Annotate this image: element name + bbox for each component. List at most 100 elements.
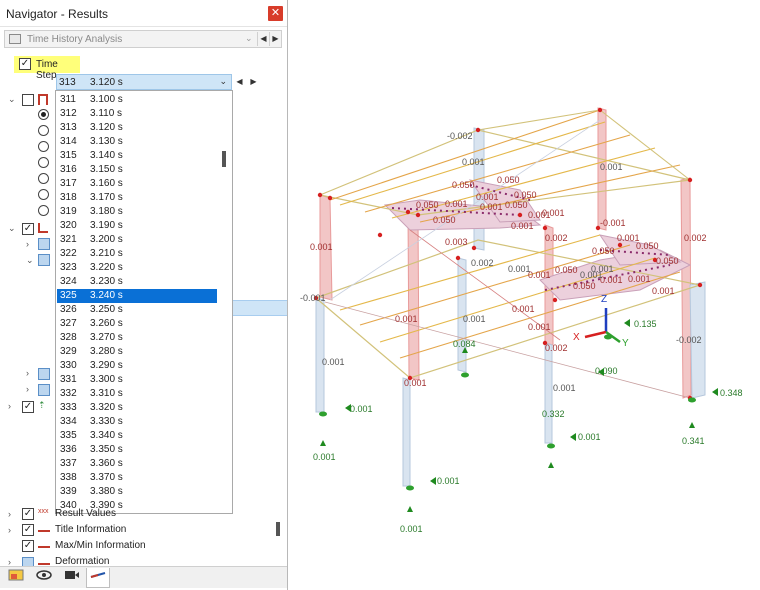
- chevron-down-icon[interactable]: ⌄: [26, 255, 34, 266]
- radio-option[interactable]: [38, 125, 49, 136]
- title-information-checkbox[interactable]: ✓: [22, 524, 34, 536]
- node-point: [377, 232, 383, 238]
- step-option-334[interactable]: 334 3.330 s: [57, 415, 217, 429]
- step-option-313[interactable]: 313 3.120 s: [57, 121, 217, 135]
- data-icon[interactable]: [4, 568, 28, 588]
- step-option-332[interactable]: 332 3.310 s: [57, 387, 217, 401]
- member-result-diagrams: [315, 107, 706, 487]
- step-option-320[interactable]: 320 3.190 s: [57, 219, 217, 233]
- camera-icon[interactable]: [60, 568, 84, 588]
- result-values-label: Result Values: [55, 508, 116, 519]
- structure-3d-view[interactable]: -0.0020.001 0.0010.0020.0010.0010.0010.05…: [290, 0, 760, 590]
- previous-mode-button[interactable]: ◀: [257, 32, 269, 46]
- result-values-checkbox[interactable]: ✓: [22, 508, 34, 520]
- next-step-button[interactable]: ▶: [247, 74, 260, 90]
- step-option-323[interactable]: 323 3.220 s: [57, 261, 217, 275]
- max-min-information-icon: [38, 542, 50, 548]
- step-option-324[interactable]: 324 3.230 s: [57, 275, 217, 289]
- step-option-315[interactable]: 315 3.140 s: [57, 149, 217, 163]
- results-icon[interactable]: [86, 568, 110, 588]
- step-option-329[interactable]: 329 3.280 s: [57, 345, 217, 359]
- time-step-option[interactable]: ✓ Time Step: [14, 56, 80, 81]
- tree-checkbox[interactable]: ✓: [22, 401, 34, 413]
- node-point: [317, 192, 323, 198]
- chevron-right-icon[interactable]: ›: [26, 368, 29, 378]
- chevron-right-icon[interactable]: ›: [8, 401, 11, 411]
- step-number: 326: [60, 304, 77, 315]
- tree-checkbox[interactable]: [22, 94, 34, 106]
- step-option-326[interactable]: 326 3.250 s: [57, 303, 217, 317]
- step-number: 319: [60, 206, 77, 217]
- chevron-right-icon[interactable]: ›: [26, 239, 29, 249]
- result-group-icon: [38, 254, 50, 266]
- step-number: 320: [60, 220, 77, 231]
- chevron-right-icon[interactable]: ›: [8, 525, 11, 535]
- step-option-318[interactable]: 318 3.170 s: [57, 191, 217, 205]
- step-option-317[interactable]: 317 3.160 s: [57, 177, 217, 191]
- roof-result-label: 0.002: [545, 233, 568, 243]
- radio-option[interactable]: [38, 109, 49, 120]
- step-option-328[interactable]: 328 3.270 s: [57, 331, 217, 345]
- mid-result-label: 0.001: [463, 314, 486, 324]
- top-result-label: 0.001: [395, 314, 418, 324]
- reaction-arrow-icon: [320, 440, 326, 446]
- step-option-311[interactable]: 311 3.100 s: [57, 93, 217, 107]
- chevron-right-icon[interactable]: ›: [8, 509, 11, 519]
- support-icon: [547, 443, 555, 449]
- step-number: 325: [60, 290, 77, 301]
- step-option-335[interactable]: 335 3.340 s: [57, 429, 217, 443]
- step-option-338[interactable]: 338 3.370 s: [57, 471, 217, 485]
- step-option-325[interactable]: 325 3.240 s: [57, 289, 217, 303]
- step-option-337[interactable]: 337 3.360 s: [57, 457, 217, 471]
- step-option-321[interactable]: 321 3.200 s: [57, 233, 217, 247]
- tree-checkbox[interactable]: ✓: [22, 223, 34, 235]
- node-point: [542, 225, 548, 231]
- step-time: 3.170 s: [90, 192, 123, 203]
- list-item[interactable]: ✓ Max/Min Information: [0, 538, 280, 554]
- eye-icon[interactable]: [32, 568, 56, 588]
- time-step-checkbox[interactable]: ✓: [19, 58, 31, 70]
- step-option-319[interactable]: 319 3.180 s: [57, 205, 217, 219]
- roof-result-label: 0.001: [600, 275, 623, 285]
- radio-option[interactable]: [38, 157, 49, 168]
- node-point: [517, 212, 523, 218]
- analysis-mode-select[interactable]: Time History Analysis ⌄ ◀ ▶: [4, 30, 282, 48]
- reaction-arrow-icon: [345, 404, 351, 412]
- chevron-down-icon[interactable]: ⌄: [8, 223, 16, 234]
- chevron-down-icon[interactable]: ⌄: [219, 76, 227, 87]
- supports-result-label: 0.090: [595, 366, 618, 376]
- step-option-327[interactable]: 327 3.260 s: [57, 317, 217, 331]
- max-min-information-checkbox[interactable]: ✓: [22, 540, 34, 552]
- scrollbar-thumb[interactable]: [276, 522, 280, 536]
- step-time: 3.240 s: [90, 290, 123, 301]
- list-item[interactable]: › ✓ xxx Result Values: [0, 506, 280, 522]
- supports-result-label: 0.001: [400, 524, 423, 534]
- radio-option[interactable]: [38, 189, 49, 200]
- chevron-down-icon[interactable]: ⌄: [245, 33, 253, 44]
- floor-beam: [399, 271, 681, 359]
- step-option-339[interactable]: 339 3.380 s: [57, 485, 217, 499]
- chevron-right-icon[interactable]: ›: [26, 384, 29, 394]
- time-step-dropdown-list[interactable]: 311 3.100 s 312 3.110 s 313 3.120 s 314 3.130 s…: [55, 90, 233, 514]
- radio-option[interactable]: [38, 141, 49, 152]
- step-option-333[interactable]: 333 3.320 s: [57, 401, 217, 415]
- step-option-322[interactable]: 322 3.210 s: [57, 247, 217, 261]
- step-option-312[interactable]: 312 3.110 s: [57, 107, 217, 121]
- step-option-330[interactable]: 330 3.290 s: [57, 359, 217, 373]
- top-result-label: 0.001: [310, 242, 333, 252]
- x-axis: [584, 330, 607, 339]
- radio-option[interactable]: [38, 173, 49, 184]
- time-step-select[interactable]: 313 3.120 s ⌄: [56, 74, 232, 90]
- chevron-down-icon[interactable]: ⌄: [8, 94, 16, 105]
- list-item[interactable]: › ✓ Title Information: [0, 522, 280, 538]
- step-option-331[interactable]: 331 3.300 s: [57, 373, 217, 387]
- next-mode-button[interactable]: ▶: [269, 32, 281, 46]
- mid-result-label: 0.001: [528, 270, 551, 280]
- step-option-336[interactable]: 336 3.350 s: [57, 443, 217, 457]
- step-option-314[interactable]: 314 3.130 s: [57, 135, 217, 149]
- previous-step-button[interactable]: ◀: [233, 74, 246, 90]
- close-button[interactable]: ✕: [268, 6, 283, 21]
- scrollbar-thumb[interactable]: [222, 151, 226, 167]
- radio-option[interactable]: [38, 205, 49, 216]
- step-option-316[interactable]: 316 3.150 s: [57, 163, 217, 177]
